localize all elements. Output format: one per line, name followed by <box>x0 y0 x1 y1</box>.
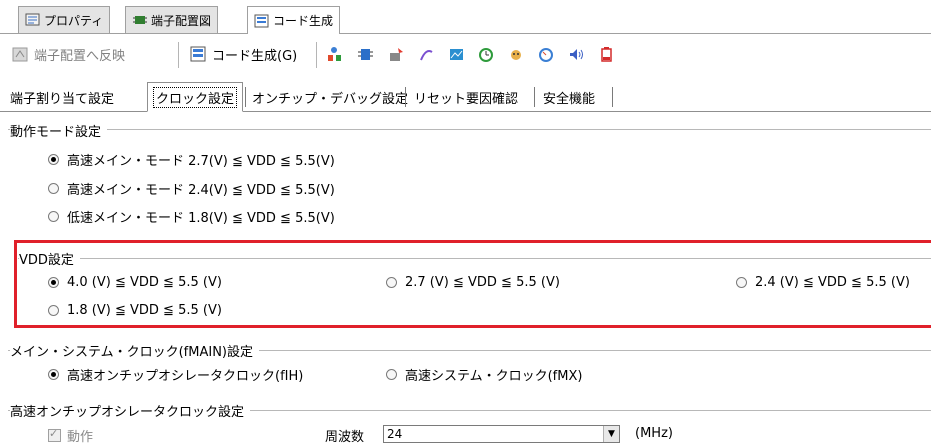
tab-separator <box>534 87 535 107</box>
toolbar: 端子配置へ反映 コード生成(G) <box>0 34 931 76</box>
hoco-settings-title: 高速オンチップオシレータクロック設定 <box>10 401 251 420</box>
tab-properties[interactable]: プロパティ <box>18 6 111 33</box>
port-icon[interactable] <box>357 46 374 63</box>
tab-on-chip-debug-label: オンチップ・デバッグ設定 <box>252 91 409 107</box>
code-generate-icon <box>190 46 207 63</box>
code-generate-icon <box>254 14 270 28</box>
tab-separator <box>245 87 246 107</box>
tab-pin-assignment[interactable]: 端子割り当て設定 <box>5 85 119 109</box>
radio-label: 4.0 (V) ≦ VDD ≦ 5.5 (V) <box>67 275 222 290</box>
radio-label: 2.4 (V) ≦ VDD ≦ 5.5 (V) <box>755 275 910 290</box>
rtc-icon[interactable] <box>538 46 555 63</box>
document-tab-bar: プロパティ 端子配置図 コード生成 <box>0 0 931 34</box>
group-divider <box>18 258 931 259</box>
radio-vdd-1-8[interactable]: 1.8 (V) ≦ VDD ≦ 5.5 (V) <box>48 303 222 318</box>
radio-indicator <box>48 369 59 380</box>
tab-safety-functions[interactable]: 安全機能 <box>538 85 600 109</box>
checkbox-indicator <box>48 427 61 442</box>
tab-code-generate[interactable]: コード生成 <box>247 6 341 34</box>
frequency-unit: (MHz) <box>635 426 673 441</box>
pin-diagram-icon <box>132 13 148 27</box>
radio-indicator <box>736 277 747 288</box>
radio-indicator <box>386 277 397 288</box>
radio-label: 高速システム・クロック(fMX) <box>405 369 583 384</box>
tab-clock-settings-label: クロック設定 <box>153 86 238 108</box>
radio-vdd-2-4[interactable]: 2.4 (V) ≦ VDD ≦ 5.5 (V) <box>736 275 910 290</box>
operation-label: 動作 <box>67 430 94 445</box>
serial-icon[interactable] <box>418 46 435 63</box>
map-to-pins-button[interactable]: 端子配置へ反映 <box>34 45 125 64</box>
toolbar-separator <box>316 42 317 68</box>
tab-separator <box>405 87 406 107</box>
clock-tree-icon[interactable] <box>326 46 343 63</box>
tab-clock-settings[interactable]: クロック設定 <box>147 82 244 112</box>
radio-indicator <box>48 183 59 194</box>
radio-indicator <box>48 211 59 222</box>
settings-tab-bar: 端子割り当て設定 クロック設定 オンチップ・デバッグ設定 リセット要因確認 安全… <box>0 78 931 112</box>
battery-icon[interactable] <box>598 46 615 63</box>
tab-reset-factor[interactable]: リセット要因確認 <box>409 85 523 109</box>
radio-vdd-2-7[interactable]: 2.7 (V) ≦ VDD ≦ 5.5 (V) <box>386 275 560 290</box>
sound-icon[interactable] <box>568 46 585 63</box>
radio-label: 1.8 (V) ≦ VDD ≦ 5.5 (V) <box>67 303 222 318</box>
timer-icon[interactable] <box>478 46 495 63</box>
radio-label: 2.7 (V) ≦ VDD ≦ 5.5 (V) <box>405 275 560 290</box>
radio-fmx[interactable]: 高速システム・クロック(fMX) <box>386 365 582 384</box>
watchdog-icon[interactable] <box>508 46 525 63</box>
tab-properties-label: プロパティ <box>44 13 104 28</box>
radio-label: 高速オンチップオシレータクロック(fIH) <box>67 369 304 384</box>
tab-separator <box>612 87 613 107</box>
operation-checkbox[interactable]: 動作 <box>48 426 93 445</box>
tab-code-generate-label: コード生成 <box>273 14 334 28</box>
tab-safety-functions-label: 安全機能 <box>543 91 596 107</box>
radio-indicator <box>386 369 397 380</box>
toolbar-separator <box>178 42 179 68</box>
radio-label: 高速メイン・モード 2.4(V) ≦ VDD ≦ 5.5(V) <box>67 183 335 198</box>
properties-icon <box>25 13 41 27</box>
tab-pin-diagram[interactable]: 端子配置図 <box>125 6 219 33</box>
adc-icon[interactable] <box>448 46 465 63</box>
radio-label: 低速メイン・モード 1.8(V) ≦ VDD ≦ 5.5(V) <box>67 211 335 226</box>
tab-pin-diagram-label: 端子配置図 <box>151 13 212 28</box>
map-pins-icon <box>12 46 29 63</box>
radio-indicator <box>48 305 59 316</box>
radio-indicator <box>48 277 59 288</box>
radio-fih[interactable]: 高速オンチップオシレータクロック(fIH) <box>48 365 303 384</box>
tab-pin-assignment-label: 端子割り当て設定 <box>10 91 115 107</box>
tab-on-chip-debug[interactable]: オンチップ・デバッグ設定 <box>247 85 413 109</box>
radio-indicator <box>48 154 59 165</box>
radio-low-speed-1-8[interactable]: 低速メイン・モード 1.8(V) ≦ VDD ≦ 5.5(V) <box>48 207 335 226</box>
frequency-label: 周波数 <box>325 430 365 445</box>
code-generate-button[interactable]: コード生成(G) <box>212 45 297 64</box>
operation-mode-title: 動作モード設定 <box>10 121 108 140</box>
radio-vdd-4-0[interactable]: 4.0 (V) ≦ VDD ≦ 5.5 (V) <box>48 275 222 290</box>
group-divider <box>8 129 931 130</box>
radio-high-speed-2-4[interactable]: 高速メイン・モード 2.4(V) ≦ VDD ≦ 5.5(V) <box>48 179 335 198</box>
radio-label: 高速メイン・モード 2.7(V) ≦ VDD ≦ 5.5(V) <box>67 154 335 169</box>
radio-high-speed-2-7[interactable]: 高速メイン・モード 2.7(V) ≦ VDD ≦ 5.5(V) <box>48 150 335 169</box>
main-clock-title: メイン・システム・クロック(fMAIN)設定 <box>10 341 259 360</box>
tab-reset-factor-label: リセット要因確認 <box>414 91 519 107</box>
frequency-select[interactable]: 24 ▼ <box>383 425 620 443</box>
dropdown-arrow-icon[interactable]: ▼ <box>603 426 619 442</box>
frequency-value: 24 <box>387 427 403 441</box>
vdd-settings-title: VDD設定 <box>19 249 80 268</box>
interrupt-icon[interactable] <box>388 46 405 63</box>
